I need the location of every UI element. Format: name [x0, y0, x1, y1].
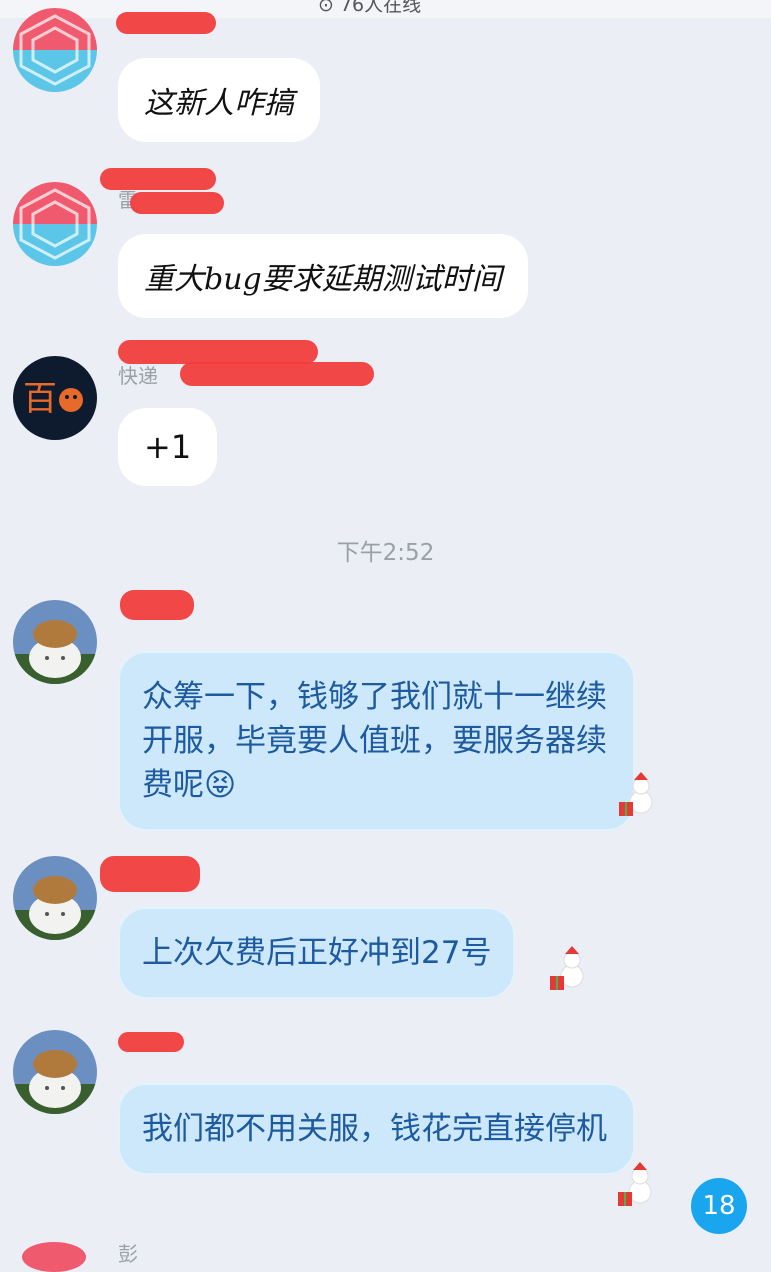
sender-name: 彭 — [118, 1242, 138, 1266]
sender-name: 快递 — [118, 364, 158, 388]
svg-text:百: 百 — [23, 379, 57, 419]
top-bar: ⊙ 76人在线 — [0, 0, 771, 18]
online-count: ⊙ 76人在线 — [318, 0, 422, 16]
avatar[interactable] — [13, 8, 97, 92]
avatar[interactable] — [22, 1242, 86, 1272]
avatar[interactable]: 百 — [13, 356, 97, 440]
snowman-icon — [618, 1162, 652, 1206]
redaction-mark — [118, 340, 318, 364]
message-bubble[interactable]: 重大bug要求延期测试时间 — [118, 234, 528, 318]
avatar[interactable] — [13, 182, 97, 266]
message-bubble[interactable]: 众筹一下，钱够了我们就十一继续开服，毕竟要人值班，要服务器续费呢😝 — [118, 651, 635, 831]
avatar[interactable] — [13, 600, 97, 684]
redaction-mark — [100, 168, 216, 190]
redaction-mark — [118, 1032, 184, 1052]
redaction-mark — [100, 856, 200, 892]
message-bubble[interactable]: 这新人咋搞 — [118, 58, 320, 142]
redaction-mark — [130, 192, 224, 214]
redaction-mark — [120, 590, 194, 620]
smirk-emoji-icon: 😝 — [204, 767, 237, 803]
unread-count-badge[interactable]: 18 — [691, 1178, 747, 1234]
snowman-icon — [619, 772, 653, 816]
avatar[interactable] — [13, 1030, 97, 1114]
redaction-mark — [116, 12, 216, 34]
message-bubble[interactable]: +1 — [118, 408, 218, 486]
snowman-icon — [550, 946, 584, 990]
redaction-mark — [180, 362, 374, 386]
avatar[interactable] — [13, 856, 97, 940]
timestamp: 下午2:52 — [336, 540, 435, 566]
message-bubble[interactable]: 上次欠费后正好冲到27号 — [118, 907, 516, 999]
message-bubble[interactable]: 我们都不用关服，钱花完直接停机 — [118, 1083, 635, 1175]
